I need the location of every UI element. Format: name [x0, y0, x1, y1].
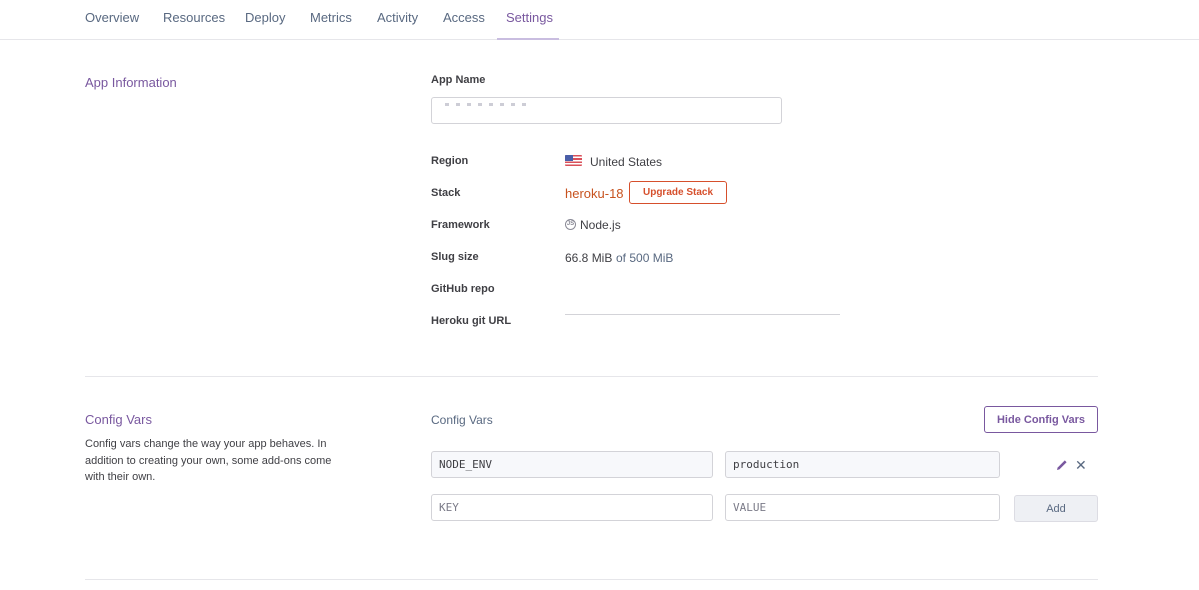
region-value: United States	[590, 155, 663, 169]
tab-resources[interactable]: Resources	[163, 10, 225, 25]
us-flag-icon	[565, 155, 582, 166]
git-url-field[interactable]	[565, 314, 840, 315]
config-var-value[interactable]: production	[725, 451, 1000, 478]
framework-value: Node.js	[580, 218, 621, 232]
redacted-app-name	[445, 103, 530, 106]
config-vars-description: Config vars change the way your app beha…	[85, 438, 332, 483]
tab-metrics[interactable]: Metrics	[310, 10, 352, 25]
app-information-title: App Information	[85, 75, 177, 90]
active-tab-indicator	[497, 38, 559, 40]
config-vars-heading: Config Vars	[431, 413, 493, 427]
section-divider	[85, 579, 1098, 580]
close-icon[interactable]: ✕	[1075, 457, 1087, 473]
app-name-input[interactable]	[431, 97, 782, 124]
nodejs-icon: JS	[565, 219, 576, 230]
config-var-key[interactable]: NODE_ENV	[431, 451, 713, 478]
tab-settings[interactable]: Settings	[506, 10, 553, 25]
heroku-git-url-label: Heroku git URL	[431, 315, 512, 327]
add-config-var-button[interactable]: Add	[1014, 495, 1098, 522]
section-divider	[85, 376, 1098, 377]
config-vars-title: Config Vars	[85, 412, 152, 427]
tab-access[interactable]: Access	[443, 10, 485, 25]
slug-size-label: Slug size	[431, 251, 479, 263]
tab-deploy[interactable]: Deploy	[245, 10, 285, 25]
new-config-key-input[interactable]: KEY	[431, 494, 713, 521]
github-repo-label: GitHub repo	[431, 283, 495, 295]
slug-size-limit: of 500 MiB	[616, 251, 674, 265]
stack-value: heroku-18	[565, 186, 624, 201]
region-label: Region	[431, 155, 469, 167]
app-name-label: App Name	[431, 74, 486, 86]
pencil-icon[interactable]	[1055, 458, 1069, 472]
app-tab-bar: Overview Resources Deploy Metrics Activi…	[0, 0, 1199, 40]
slug-size-used: 66.8 MiB	[565, 251, 613, 265]
tab-activity[interactable]: Activity	[377, 10, 418, 25]
stack-label: Stack	[431, 187, 461, 199]
upgrade-stack-button[interactable]: Upgrade Stack	[629, 181, 727, 204]
hide-config-vars-button[interactable]: Hide Config Vars	[984, 406, 1098, 433]
tab-overview[interactable]: Overview	[85, 10, 139, 25]
new-config-value-input[interactable]: VALUE	[725, 494, 1000, 521]
framework-label: Framework	[431, 219, 490, 231]
